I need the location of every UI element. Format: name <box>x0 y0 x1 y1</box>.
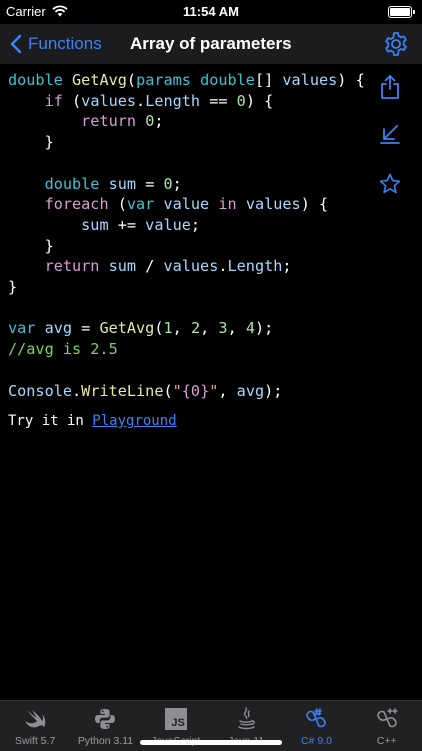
tab-cplusplus[interactable]: C++ <box>352 701 422 751</box>
java-icon <box>233 706 259 732</box>
csharp-icon <box>303 706 329 732</box>
code-line-11: } <box>8 278 18 297</box>
settings-button[interactable] <box>382 30 410 58</box>
tab-label: Swift 5.7 <box>15 735 56 747</box>
page-title: Array of parameters <box>130 34 292 53</box>
favorite-button[interactable] <box>378 172 402 196</box>
home-indicator <box>140 740 282 745</box>
battery-icon <box>388 6 415 18</box>
code-line-16: Console.WriteLine("{0}", avg); <box>8 381 283 400</box>
code-line-6: double sum = 0; <box>44 174 182 193</box>
status-bar: Carrier 11:54 AM <box>0 0 422 24</box>
code-line-4: } <box>8 133 54 152</box>
code-line-1: double GetAvg(params double[] values) { <box>8 71 365 89</box>
tab-label: Python 3.11 <box>77 735 134 747</box>
try-it-line: Try it in Playground <box>8 413 177 429</box>
code-line-9: } <box>8 236 54 255</box>
code-block: double GetAvg(params double[] values) { … <box>8 70 365 401</box>
gear-icon <box>385 32 407 56</box>
share-icon <box>381 75 399 99</box>
code-line-13: var avg = GetAvg(1, 2, 3, 4); <box>8 319 274 338</box>
tab-label: C# 9.0 <box>301 735 332 747</box>
back-button-label: Functions <box>28 34 102 53</box>
code-line-14: //avg is 2.5 <box>8 340 118 359</box>
navigation-bar: Functions Array of parameters <box>0 24 422 64</box>
javascript-icon: JS <box>163 706 189 732</box>
cplusplus-icon <box>374 706 400 732</box>
tab-python[interactable]: Python 3.11 <box>70 701 140 751</box>
code-line-10: return sum / values.Length; <box>44 257 292 276</box>
python-icon <box>92 706 118 732</box>
chevron-left-icon <box>10 34 22 54</box>
playground-link[interactable]: Playground <box>92 413 176 429</box>
code-content: double GetAvg(params double[] values) { … <box>0 64 422 700</box>
try-it-prefix: Try it in <box>8 413 93 429</box>
code-line-8: sum += value; <box>81 215 201 234</box>
code-line-7: foreach (var value in values) { <box>44 195 329 214</box>
tab-csharp[interactable]: C# 9.0 <box>281 701 351 751</box>
star-icon <box>379 173 401 194</box>
swift-icon <box>22 706 48 732</box>
tab-label: C++ <box>376 735 397 747</box>
code-line-2: if (values.Length == 0) { <box>44 91 274 110</box>
back-button[interactable]: Functions <box>10 32 102 56</box>
share-button[interactable] <box>378 74 402 99</box>
clock: 11:54 AM <box>183 4 239 19</box>
arrow-down-left-icon <box>380 125 400 144</box>
tab-swift[interactable]: Swift 5.7 <box>0 701 70 751</box>
code-line-3: return 0; <box>81 112 164 131</box>
copy-button[interactable] <box>378 122 402 146</box>
